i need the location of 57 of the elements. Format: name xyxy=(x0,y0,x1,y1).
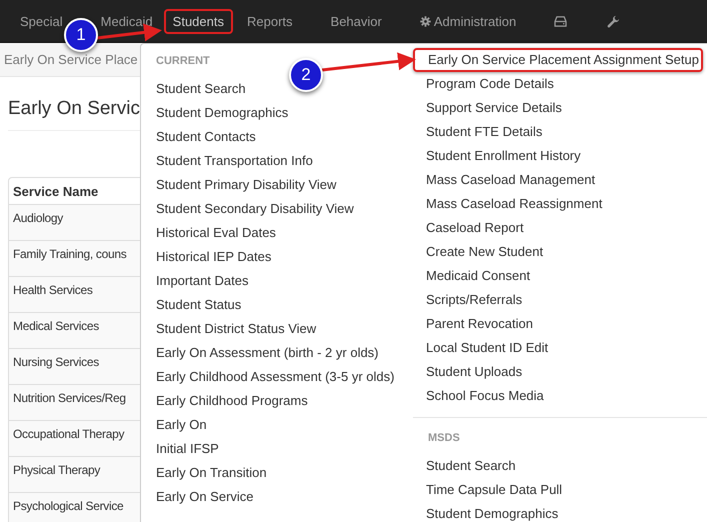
menu-item[interactable]: Caseload Report xyxy=(413,216,707,240)
menu-item[interactable]: Important Dates xyxy=(141,269,413,293)
menu-section-header: MSDS xyxy=(428,431,460,446)
menu-section-header: CURRENT xyxy=(156,54,210,69)
menu-item[interactable]: Create New Student xyxy=(413,240,707,264)
menu-item[interactable]: Student Demographics xyxy=(141,101,413,125)
table-cell: Family Training, couns xyxy=(9,240,140,276)
menu-item[interactable]: Early Childhood Programs xyxy=(141,389,413,413)
breadcrumb: Early On Service Place xyxy=(4,52,138,67)
nav-link[interactable]: Behavior xyxy=(330,14,382,28)
nav-link[interactable]: Reports xyxy=(247,14,293,28)
menu-item[interactable]: Program Code Details xyxy=(413,72,707,96)
menu-item[interactable]: Support Service Details xyxy=(413,96,707,120)
table-cell: Physical Therapy xyxy=(9,456,140,492)
menu-item[interactable]: Student District Status View xyxy=(141,317,413,341)
menu-item[interactable]: Mass Caseload Reassignment xyxy=(413,192,707,216)
menu-item[interactable]: Student FTE Details xyxy=(413,120,707,144)
menu-item[interactable]: Early On Assessment (birth - 2 yr olds) xyxy=(141,341,413,365)
menu-item[interactable]: Early On Service xyxy=(141,485,413,509)
nav-link[interactable]: Special xyxy=(20,14,63,28)
menu-item[interactable]: Student Search xyxy=(413,454,707,478)
menu-item[interactable]: Student Contacts xyxy=(141,125,413,149)
wrench-icon[interactable] xyxy=(607,14,620,28)
menu-item[interactable]: Student Primary Disability View xyxy=(141,173,413,197)
menu-item[interactable]: Local Student ID Edit xyxy=(413,336,707,360)
menu-item[interactable]: Early On xyxy=(141,413,413,437)
table-cell: Nutrition Services/Reg xyxy=(9,384,140,420)
table-cell: Medical Services xyxy=(9,312,140,348)
table-cell: Nursing Services xyxy=(9,348,140,384)
table-cell: Occupational Therapy xyxy=(9,420,140,456)
menu-item[interactable]: Scripts/Referrals xyxy=(413,288,707,312)
table-cell: Audiology xyxy=(9,204,140,240)
menu-item[interactable]: Student Secondary Disability View xyxy=(141,197,413,221)
nav-link[interactable]: Students xyxy=(164,8,233,34)
menu-item[interactable]: Student Status xyxy=(141,293,413,317)
column-header: Service Name xyxy=(12,183,100,201)
menu-item[interactable]: Parent Revocation xyxy=(413,312,707,336)
menu-item[interactable]: Early Childhood Assessment (3-5 yr olds) xyxy=(141,365,413,389)
tray-icon[interactable] xyxy=(554,16,568,26)
table-cell: Psychological Service xyxy=(9,492,140,522)
menu-item[interactable]: Early On Transition xyxy=(141,461,413,485)
nav-link[interactable]: Administration xyxy=(420,14,516,28)
menu-item[interactable]: Initial IFSP xyxy=(141,437,413,461)
menu-item[interactable]: Student Demographics xyxy=(413,502,707,522)
menu-item[interactable]: Mass Caseload Management xyxy=(413,168,707,192)
menu-item[interactable]: Medicaid Consent xyxy=(413,264,707,288)
menu-item[interactable]: Historical IEP Dates xyxy=(141,245,413,269)
menu-item[interactable]: School Focus Media xyxy=(413,384,707,408)
menu-item[interactable]: Early On Service Placement Assignment Setup xyxy=(413,48,703,72)
menu-item[interactable]: Student Enrollment History xyxy=(413,144,707,168)
menu-item[interactable]: Historical Eval Dates xyxy=(141,221,413,245)
menu-item[interactable]: Time Capsule Data Pull xyxy=(413,478,707,502)
gear-icon xyxy=(420,16,431,26)
menu-item[interactable]: Student Transportation Info xyxy=(141,149,413,173)
menu-item[interactable]: Student Uploads xyxy=(413,360,707,384)
nav-link[interactable]: Medicaid xyxy=(100,14,153,28)
table-cell: Health Services xyxy=(9,276,140,312)
